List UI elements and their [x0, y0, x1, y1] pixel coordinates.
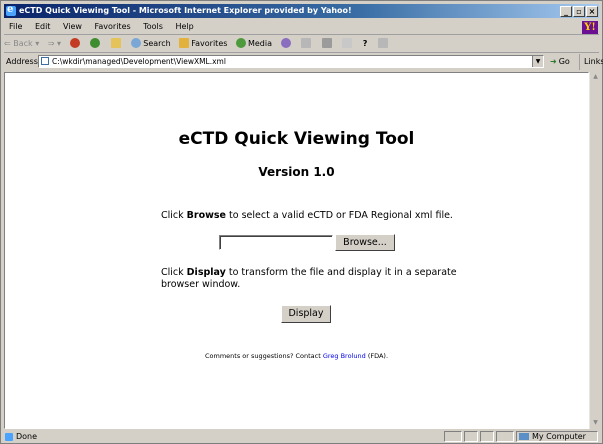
menu-help[interactable]: Help [170, 20, 198, 34]
edit-icon [342, 37, 353, 48]
print-button[interactable] [321, 36, 334, 52]
zone-label: My Computer [532, 432, 586, 441]
status-bar: Done My Computer [4, 431, 599, 443]
favorites-icon [179, 37, 190, 48]
address-value: C:\wkdir\managed\Development\ViewXML.xml [52, 57, 226, 66]
browse-button[interactable]: Browse... [335, 234, 395, 251]
scroll-up-icon[interactable]: ▲ [590, 72, 601, 83]
display-instr-bold: Display [186, 267, 226, 278]
messenger-icon [377, 37, 388, 48]
browser-window: eCTD Quick Viewing Tool - Microsoft Inte… [0, 0, 603, 444]
browse-instructions: Click Browse to select a valid eCTD or F… [161, 210, 453, 221]
go-button[interactable]: ➜ Go [550, 54, 570, 70]
search-label: Search [143, 39, 171, 48]
display-button[interactable]: Display [281, 305, 331, 323]
status-text: Done [16, 432, 38, 441]
back-button[interactable]: ⇐ Back ▾ [4, 36, 39, 52]
address-input[interactable]: C:\wkdir\managed\Development\ViewXML.xml… [38, 55, 544, 68]
comments-footer: Comments or suggestions? Contact Greg Br… [5, 352, 588, 360]
comments-pre: Comments or suggestions? Contact [204, 352, 323, 360]
forward-arrow-icon: ⇒ [47, 39, 55, 48]
scroll-down-icon[interactable]: ▼ [590, 418, 601, 429]
minimize-button[interactable]: _ [560, 6, 572, 17]
address-bar: Address C:\wkdir\managed\Development\Vie… [4, 54, 603, 70]
page-done-icon [5, 433, 13, 441]
browse-instr-post: to select a valid eCTD or FDA Regional x… [226, 210, 453, 221]
mail-button[interactable] [301, 36, 313, 52]
menu-view[interactable]: View [58, 20, 87, 34]
address-label: Address [6, 57, 38, 66]
menu-edit[interactable]: Edit [30, 20, 56, 34]
menu-tools[interactable]: Tools [138, 20, 168, 34]
favorites-button[interactable]: Favorites [179, 36, 227, 52]
browse-instr-pre: Click [161, 210, 187, 221]
vertical-scrollbar[interactable]: ▲ ▼ [589, 72, 600, 429]
edit-button[interactable] [342, 36, 354, 52]
print-icon [321, 37, 332, 48]
home-button[interactable] [110, 36, 123, 52]
go-arrow-icon: ➜ [550, 57, 557, 66]
file-path-input[interactable] [219, 235, 333, 250]
window-title: eCTD Quick Viewing Tool - Microsoft Inte… [19, 6, 352, 15]
help-button[interactable]: ? [363, 36, 370, 53]
search-icon [131, 37, 142, 48]
refresh-icon [90, 37, 101, 48]
page-icon [41, 57, 49, 65]
menu-file[interactable]: File [4, 20, 27, 34]
history-icon [280, 37, 291, 48]
maximize-button[interactable]: ▫ [573, 6, 585, 17]
menu-favorites[interactable]: Favorites [90, 20, 136, 34]
status-pane-1 [444, 431, 462, 442]
back-dropdown-icon[interactable]: ▾ [35, 39, 39, 48]
media-label: Media [247, 39, 272, 48]
version-label: Version 1.0 [258, 165, 335, 179]
forward-dropdown-icon[interactable]: ▾ [57, 39, 61, 48]
go-label: Go [558, 57, 570, 66]
favorites-label: Favorites [191, 39, 228, 48]
stop-icon [69, 37, 80, 48]
close-button[interactable]: × [586, 6, 598, 17]
contact-link[interactable]: Greg Brolund [323, 352, 366, 360]
media-button[interactable]: Media [235, 36, 272, 52]
comments-post: (FDA). [365, 352, 389, 360]
home-icon [110, 37, 121, 48]
title-bar[interactable]: eCTD Quick Viewing Tool - Microsoft Inte… [4, 4, 599, 18]
yahoo-logo-icon: Y! [582, 21, 598, 34]
status-pane-2 [464, 431, 478, 442]
display-instructions: Click Display to transform the file and … [161, 267, 461, 291]
refresh-button[interactable] [90, 36, 102, 52]
links-button[interactable]: Links [579, 54, 603, 70]
media-icon [235, 37, 246, 48]
mail-icon [301, 37, 312, 48]
internet-explorer-icon [6, 4, 16, 17]
window-controls: _ ▫ × [559, 5, 598, 18]
help-icon: ? [362, 39, 368, 48]
status-pane-3 [480, 431, 494, 442]
page-content: eCTD Quick Viewing Tool Version 1.0 Clic… [4, 72, 589, 429]
stop-button[interactable] [69, 36, 82, 52]
menu-bar: File Edit View Favorites Tools Help Y! [4, 20, 599, 35]
address-dropdown-icon[interactable]: ▼ [532, 56, 543, 67]
back-label: ⇐ Back [4, 39, 33, 48]
search-button[interactable]: Search [131, 36, 171, 52]
history-button[interactable] [280, 36, 293, 52]
browse-instr-bold: Browse [186, 210, 226, 221]
forward-button[interactable]: ⇒ ▾ [48, 36, 61, 52]
security-zone: My Computer [516, 431, 598, 442]
status-pane-4 [496, 431, 514, 442]
standard-toolbar: ⇐ Back ▾ ⇒ ▾ Search Favorites Media ? [4, 36, 599, 53]
computer-icon [519, 433, 529, 440]
page-title: eCTD Quick Viewing Tool [178, 129, 415, 149]
messenger-button[interactable] [377, 36, 390, 52]
display-instr-pre: Click [161, 267, 187, 278]
